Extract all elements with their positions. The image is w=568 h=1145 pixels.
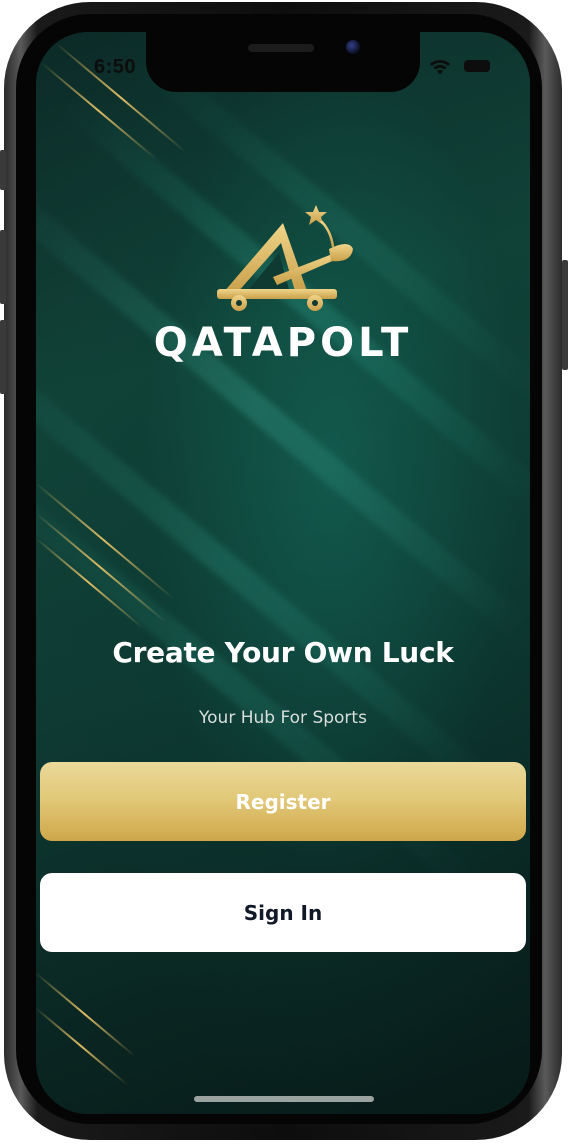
- catapult-star-icon: [217, 205, 353, 311]
- speaker-grille: [248, 44, 314, 52]
- sign-in-button[interactable]: Sign In: [40, 873, 526, 952]
- hero-subheadline: Your Hub For Sports: [199, 708, 367, 728]
- home-indicator[interactable]: [194, 1096, 374, 1102]
- register-button[interactable]: Register: [40, 762, 526, 841]
- volume-down-button: [0, 320, 6, 394]
- hero-headline: Create Your Own Luck: [112, 636, 454, 669]
- front-camera: [346, 40, 360, 54]
- wifi-icon: [430, 60, 450, 75]
- power-button: [562, 260, 568, 370]
- app-screen: 6:50 QATAPOLT Create Your Own Luck Your …: [36, 32, 530, 1114]
- brand-logo: [36, 197, 530, 317]
- battery-icon: [464, 60, 490, 72]
- device-notch: [146, 32, 420, 92]
- brand-name: QATAPOLT: [153, 320, 413, 366]
- status-time: 6:50: [94, 56, 137, 78]
- silent-switch: [0, 150, 6, 190]
- volume-up-button: [0, 230, 6, 304]
